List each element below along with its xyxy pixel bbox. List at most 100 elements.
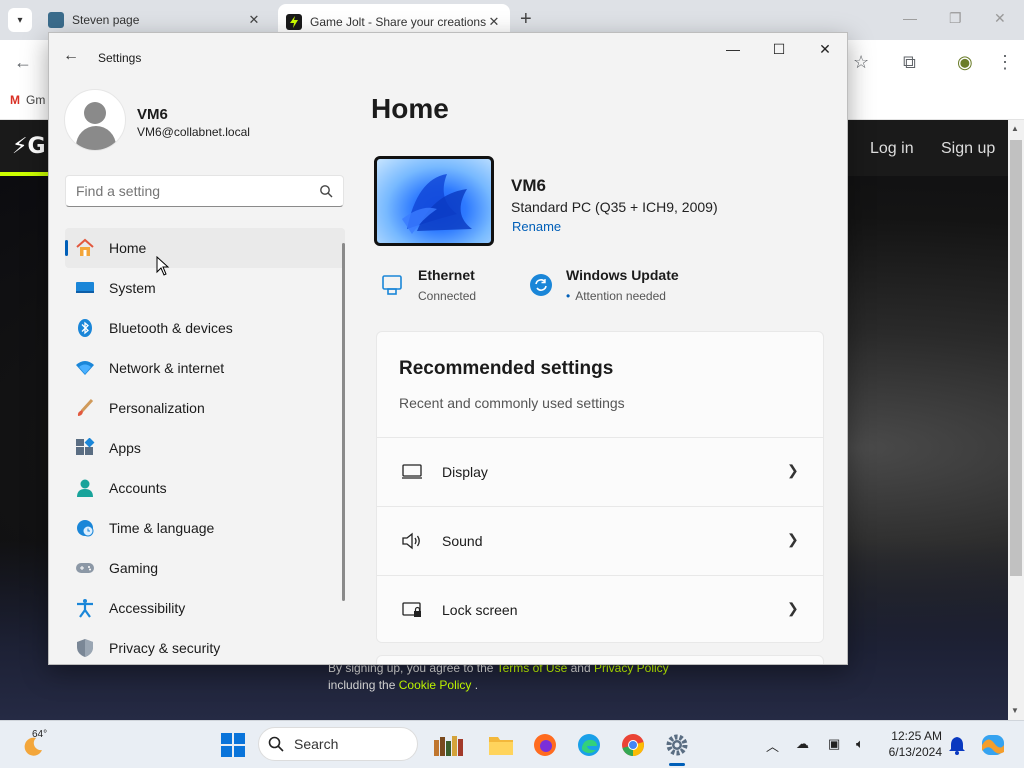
signup-link[interactable]: Sign up — [941, 140, 995, 158]
legal-text: including the — [328, 678, 396, 692]
recommended-item-sound[interactable]: Sound ❯ — [377, 506, 823, 574]
settings-window: ← Settings — ☐ ✕ VM6 VM6@collabnet.local… — [48, 32, 848, 665]
shield-icon — [77, 639, 93, 657]
site-logo[interactable]: ⚡G — [12, 134, 46, 159]
rename-link[interactable]: Rename — [512, 219, 561, 234]
sidebar-item-personalization[interactable]: Personalization — [65, 388, 345, 428]
status-dot-icon: • — [566, 289, 571, 303]
windows-update-title[interactable]: Windows Update — [566, 267, 679, 283]
taskbar-search-label: Search — [294, 736, 339, 752]
browser-tab-steven[interactable]: Steven page ✕ — [40, 6, 270, 34]
sidebar-item-accessibility[interactable]: Accessibility — [65, 588, 345, 628]
tab-close-icon[interactable]: ✕ — [486, 14, 502, 30]
login-link[interactable]: Log in — [870, 140, 914, 158]
browser-restore-icon[interactable]: ❐ — [949, 10, 962, 27]
avatar-head — [84, 102, 106, 124]
volume-icon[interactable]: 🔈︎ — [856, 736, 864, 752]
edge-icon[interactable] — [576, 732, 602, 758]
chevron-right-icon: ❯ — [787, 462, 799, 478]
sidebar-item-bluetooth[interactable]: Bluetooth & devices — [65, 308, 345, 348]
extensions-icon[interactable]: ⧉ — [903, 52, 916, 73]
sidebar-item-time-language[interactable]: Time & language — [65, 508, 345, 548]
browser-menu-icon[interactable]: ⋮ — [996, 52, 1014, 73]
sidebar-item-home[interactable]: Home — [65, 228, 345, 268]
sidebar-item-system[interactable]: System — [65, 268, 345, 308]
account-icon — [77, 479, 93, 497]
close-icon[interactable]: ✕ — [813, 41, 837, 61]
cookie-link[interactable]: Cookie Policy — [399, 678, 472, 692]
ethernet-title[interactable]: Ethernet — [418, 267, 475, 283]
firefox-icon[interactable] — [532, 732, 558, 758]
browser-close-icon[interactable]: ✕ — [994, 10, 1006, 27]
ethernet-status: Connected — [418, 289, 477, 303]
sidebar-item-privacy[interactable]: Privacy & security — [65, 628, 345, 664]
search-icon[interactable] — [319, 184, 333, 198]
search-input[interactable] — [65, 175, 344, 207]
item-label: Sound — [442, 533, 483, 549]
tab-title: Game Jolt - Share your creations — [310, 15, 486, 29]
profile-icon[interactable]: ◉ — [957, 52, 973, 73]
tab-title: Steven page — [72, 13, 140, 27]
maximize-icon[interactable]: ☐ — [767, 41, 791, 61]
mouse-pointer-icon — [156, 256, 170, 276]
settings-gear-icon[interactable] — [664, 732, 690, 758]
browser-minimize-icon[interactable]: — — [903, 10, 917, 26]
next-card-partial — [376, 655, 824, 664]
speaker-icon — [402, 532, 420, 550]
tab-close-icon[interactable]: ✕ — [246, 12, 262, 28]
chrome-icon[interactable] — [620, 732, 646, 758]
avatar-body — [76, 126, 116, 150]
scroll-down-icon[interactable]: ▼ — [1011, 706, 1019, 715]
chevron-right-icon: ❯ — [787, 600, 799, 616]
file-explorer-icon[interactable] — [488, 732, 514, 758]
sidebar-item-label: Time & language — [109, 520, 215, 536]
copilot-icon[interactable] — [980, 732, 1006, 758]
new-tab-button[interactable]: + — [520, 8, 532, 31]
sidebar-scrollbar[interactable] — [342, 243, 345, 601]
lock-screen-icon — [402, 602, 421, 617]
weather-temperature[interactable]: 64° — [32, 729, 47, 740]
network-off-icon[interactable]: ☁ — [796, 736, 809, 752]
active-app-indicator — [669, 763, 685, 766]
globe-clock-icon — [77, 520, 94, 537]
recommended-item-display[interactable]: Display ❯ — [377, 437, 823, 505]
sidebar-item-gaming[interactable]: Gaming — [65, 548, 345, 588]
device-wallpaper-image[interactable] — [374, 156, 494, 246]
sidebar-nav: Home System Bluetooth & devices Network … — [65, 228, 345, 664]
sidebar-item-label: Gaming — [109, 560, 159, 576]
sidebar-item-label: Network & internet — [109, 360, 225, 376]
page-scrollbar-thumb[interactable] — [1010, 140, 1022, 576]
sidebar-item-network[interactable]: Network & internet — [65, 348, 345, 388]
back-arrow-icon[interactable]: ← — [14, 52, 32, 73]
card-title: Recommended settings — [399, 358, 614, 379]
sidebar-item-apps[interactable]: Apps — [65, 428, 345, 468]
tab-search-button[interactable]: ▾ — [8, 8, 32, 32]
back-icon[interactable]: ← — [63, 47, 79, 65]
bookmark-gmail[interactable]: M Gm — [10, 93, 45, 107]
user-name: VM6 — [137, 106, 168, 123]
taskbar-date[interactable]: 6/13/2024 — [880, 745, 942, 759]
notification-bell-icon[interactable] — [948, 735, 966, 755]
taskbar-time[interactable]: 12:25 AM — [888, 729, 942, 743]
display-icon — [402, 464, 422, 479]
item-label: Display — [442, 464, 488, 480]
minimize-icon[interactable]: — — [721, 41, 745, 61]
recommended-item-lock-screen[interactable]: Lock screen ❯ — [377, 575, 823, 642]
update-icon[interactable] — [529, 273, 553, 297]
scroll-up-icon[interactable]: ▲ — [1011, 124, 1019, 133]
brush-icon — [77, 398, 94, 416]
app-title: Settings — [98, 51, 142, 65]
bluetooth-icon — [78, 319, 92, 337]
display-tray-icon[interactable]: ▣ — [828, 736, 840, 752]
windows-update-status: • Attention needed — [566, 289, 666, 303]
card-subtitle: Recent and commonly used settings — [399, 395, 625, 411]
search-highlight-books-icon — [434, 736, 463, 756]
accessibility-icon — [77, 599, 93, 618]
start-icon[interactable] — [220, 732, 246, 758]
bookmark-star-icon[interactable]: ☆ — [853, 52, 869, 73]
chevron-up-icon[interactable]: ︿ — [766, 736, 779, 755]
sidebar-item-accounts[interactable]: Accounts — [65, 468, 345, 508]
ethernet-icon[interactable] — [381, 273, 405, 297]
avatar[interactable] — [64, 89, 126, 151]
gamepad-icon — [76, 563, 94, 573]
